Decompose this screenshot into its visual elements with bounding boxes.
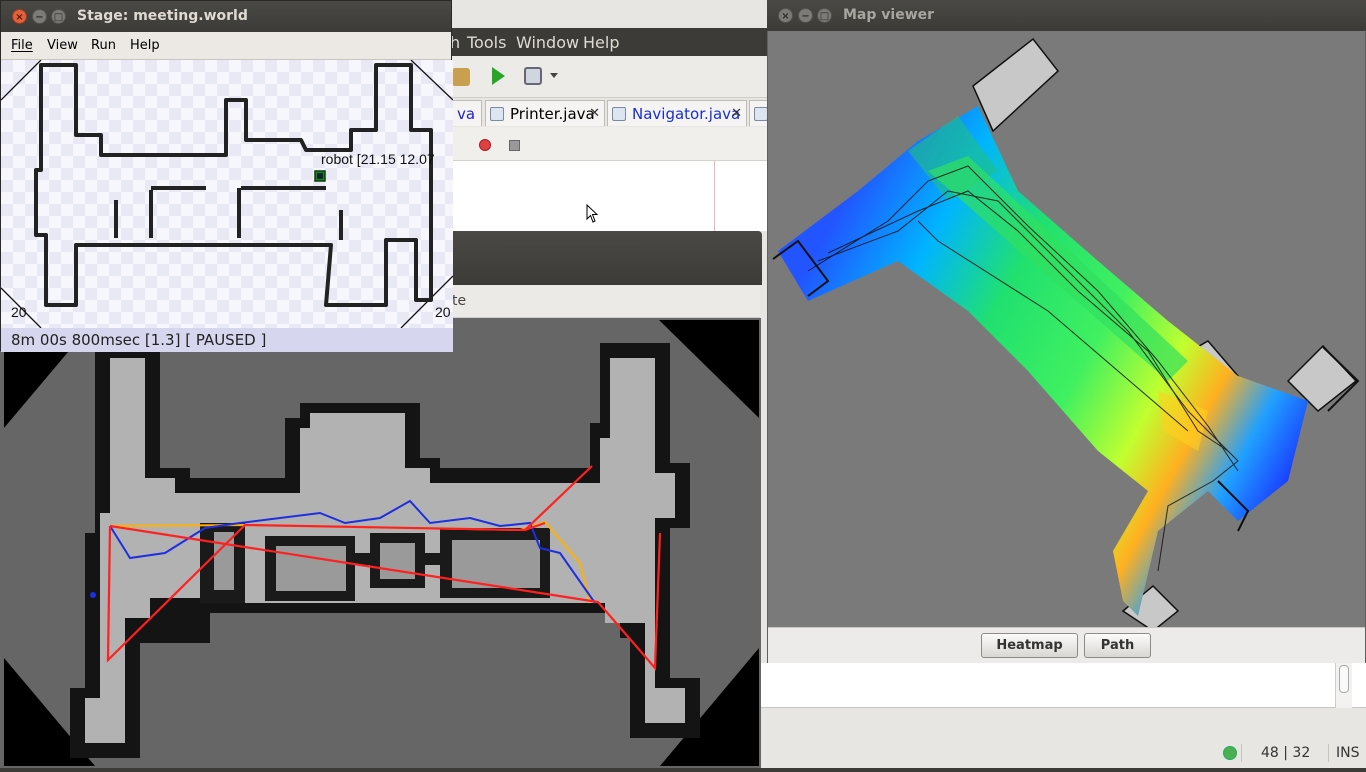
insert-mode: INS [1336,745,1360,761]
scrollbar-thumb[interactable] [1339,665,1349,693]
rviz-map-window [0,318,761,768]
corner-label-right: 20 [435,304,451,320]
stage-menubar: File View Run Help [1,32,451,60]
partial-label: te [452,293,467,309]
tab-label: Printer.java [510,105,595,123]
map-viewer-window: × − □ Map viewer Heatmap Path [767,0,1366,663]
map-viewer-buttonbar: Heatmap Path [768,627,1365,663]
stop-icon[interactable] [509,140,520,151]
close-window-icon[interactable]: × [778,8,793,23]
tab-printer[interactable]: Printer.java ✕ [485,100,605,126]
ide-menu-tools[interactable]: Tools [467,33,506,52]
menu-help[interactable]: Help [130,38,160,53]
run-icon[interactable] [492,67,505,85]
corner-label-left: 20 [11,304,27,320]
window-title: Map viewer [843,7,935,23]
record-icon[interactable] [479,139,491,151]
output-panel-titlebar [440,231,762,285]
close-icon[interactable]: ✕ [589,101,600,127]
java-file-icon [612,107,626,121]
tab-navigator[interactable]: Navigator.java ✕ [607,100,747,126]
window-title: Stage: meeting.world [77,8,248,24]
ide-menu-help[interactable]: Help [583,33,619,52]
output-panel-tabs: te [440,285,760,318]
build-icon[interactable] [452,68,470,86]
scrollbar[interactable] [1335,663,1352,708]
close-window-icon[interactable]: × [12,9,27,24]
ide-toolbar [440,56,770,98]
mouse-cursor-icon [586,204,599,223]
notification-icon[interactable] [1223,746,1237,760]
path-button[interactable]: Path [1084,633,1151,658]
ide-menu-window[interactable]: Window [516,33,579,52]
menu-file[interactable]: File [11,38,33,53]
menu-view[interactable]: View [47,38,78,53]
code-editor[interactable] [440,161,770,231]
java-file-icon [754,107,768,121]
tab-label: Navigator.java [632,105,741,123]
java-file-icon [490,107,504,121]
stage-window: × − □ Stage: meeting.world File View Run… [0,0,454,352]
cursor-position: 48 | 32 [1261,745,1311,761]
margin-line [714,161,715,231]
stage-titlebar: × − □ Stage: meeting.world [1,1,451,32]
minimize-window-icon[interactable]: − [32,9,47,24]
ide-status-bar: 48 | 32 INS [761,708,1366,768]
tab-label: va [457,105,476,123]
simulation-status: 8m 00s 800msec [1.3] [ PAUSED ] [11,331,267,349]
divider [1241,744,1242,762]
editor-toolbar [440,127,770,161]
robot-label: robot [21.15 12.07 [321,151,435,167]
ide-menubar: h Tools Window Help [440,28,770,56]
debug-icon[interactable] [524,67,542,85]
occupancy-map[interactable] [0,318,761,768]
tab-partial[interactable]: va ✕ [452,100,499,126]
maximize-window-icon[interactable]: □ [51,9,66,24]
menu-run[interactable]: Run [91,38,116,53]
heatmap-button[interactable]: Heatmap [981,633,1078,658]
map-viewer-titlebar: × − □ Map viewer [767,0,1366,31]
chevron-down-icon[interactable] [550,73,558,78]
close-icon[interactable]: ✕ [731,101,742,127]
ide-output-area[interactable] [761,663,1366,708]
stage-canvas[interactable]: robot [21.15 12.07 20 20 [0,59,454,329]
heatmap-canvas[interactable] [768,31,1365,632]
divider [1328,744,1329,762]
stage-world-map[interactable]: robot [21.15 12.07 20 20 [0,59,454,329]
stage-status-bar: 8m 00s 800msec [1.3] [ PAUSED ] [1,328,453,352]
maximize-window-icon[interactable]: □ [817,8,832,23]
minimize-window-icon[interactable]: − [798,8,813,23]
